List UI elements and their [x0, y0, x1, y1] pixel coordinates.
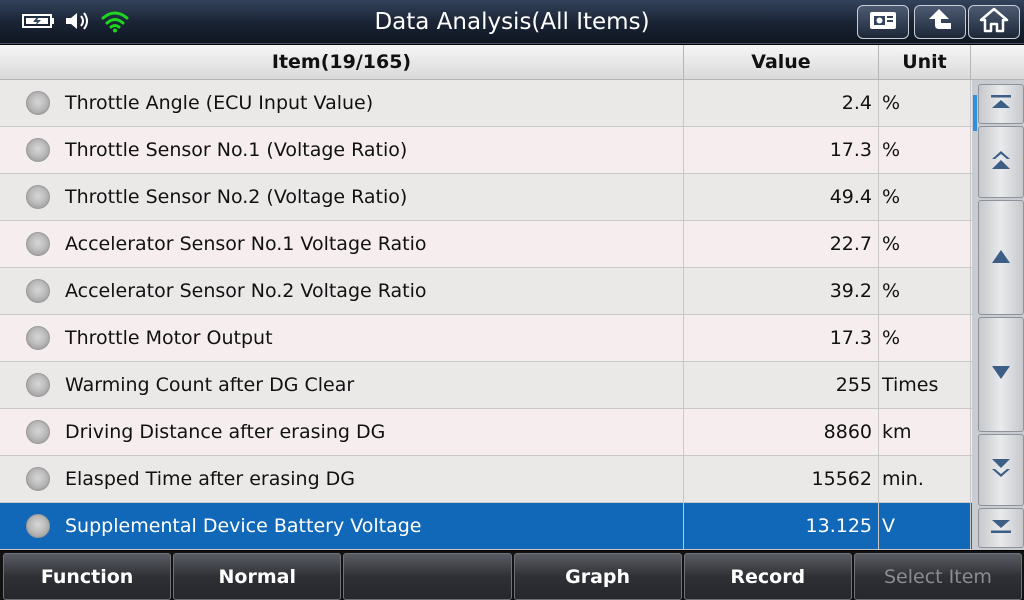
table-row[interactable]: Throttle Sensor No.1 (Voltage Ratio) 17.… — [0, 127, 972, 174]
data-table: Item(19/165) Value Unit Throttle Angle (… — [0, 45, 972, 550]
select-item-button[interactable]: Select Item — [853, 553, 1023, 600]
radio-icon[interactable] — [26, 185, 50, 209]
radio-icon[interactable] — [26, 138, 50, 162]
item-name: Supplemental Device Battery Voltage — [65, 515, 422, 537]
graph-button[interactable]: Graph — [513, 553, 682, 600]
item-unit: % — [879, 174, 971, 220]
item-name: Driving Distance after erasing DG — [65, 421, 386, 443]
home-icon — [979, 7, 1009, 37]
item-unit: min. — [879, 456, 971, 502]
column-header-value: Value — [684, 45, 879, 80]
radio-icon[interactable] — [26, 232, 50, 256]
scroll-bottom-button[interactable] — [978, 508, 1024, 548]
table-row[interactable]: Throttle Angle (ECU Input Value) 2.4 % — [0, 80, 972, 127]
item-name: Throttle Motor Output — [65, 327, 273, 349]
page-up-button[interactable] — [978, 126, 1024, 198]
item-value: 13.125 — [684, 503, 879, 549]
item-value: 17.3 — [684, 127, 879, 173]
table-row[interactable]: Elasped Time after erasing DG 15562 min. — [0, 456, 972, 503]
item-unit: Times — [879, 362, 971, 408]
screenshot-icon — [868, 9, 898, 35]
radio-icon[interactable] — [26, 420, 50, 444]
up-icon — [990, 248, 1012, 268]
table-row[interactable]: Accelerator Sensor No.1 Voltage Ratio 22… — [0, 221, 972, 268]
normal-button[interactable]: Normal — [173, 553, 342, 600]
item-unit: % — [879, 268, 971, 314]
header-filler — [972, 45, 1024, 80]
item-value: 2.4 — [684, 80, 879, 126]
item-value: 22.7 — [684, 221, 879, 267]
item-unit: % — [879, 315, 971, 361]
scroll-top-icon — [989, 94, 1013, 114]
item-name: Throttle Sensor No.2 (Voltage Ratio) — [65, 186, 408, 208]
table-header: Item(19/165) Value Unit — [0, 45, 972, 80]
record-button[interactable]: Record — [683, 553, 852, 600]
table-body: Throttle Angle (ECU Input Value) 2.4 % T… — [0, 80, 972, 550]
scroll-controls — [972, 80, 1024, 550]
table-row[interactable]: Warming Count after DG Clear 255 Times — [0, 362, 972, 409]
table-row[interactable]: Accelerator Sensor No.2 Voltage Ratio 39… — [0, 268, 972, 315]
blank-button[interactable] — [343, 553, 512, 600]
scroll-top-button[interactable] — [978, 84, 1024, 124]
column-header-unit: Unit — [879, 45, 971, 80]
page-down-icon — [989, 456, 1013, 484]
column-header-item: Item(19/165) — [0, 45, 684, 80]
scroll-position-indicator[interactable] — [973, 95, 977, 131]
item-value: 255 — [684, 362, 879, 408]
item-unit: V — [879, 503, 971, 549]
item-unit: % — [879, 221, 971, 267]
item-name: Elasped Time after erasing DG — [65, 468, 356, 490]
item-value: 17.3 — [684, 315, 879, 361]
down-icon — [990, 365, 1012, 385]
back-button[interactable] — [914, 5, 966, 39]
item-name: Accelerator Sensor No.2 Voltage Ratio — [65, 280, 427, 302]
item-value: 15562 — [684, 456, 879, 502]
item-value: 39.2 — [684, 268, 879, 314]
function-button[interactable]: Function — [3, 553, 172, 600]
scroll-down-button[interactable] — [978, 317, 1024, 432]
item-unit: % — [879, 127, 971, 173]
item-name: Warming Count after DG Clear — [65, 374, 355, 396]
radio-icon[interactable] — [26, 467, 50, 491]
back-icon — [925, 7, 955, 37]
scroll-up-button[interactable] — [978, 200, 1024, 315]
table-row[interactable]: Throttle Motor Output 17.3 % — [0, 315, 972, 362]
page-up-icon — [989, 148, 1013, 176]
item-unit: km — [879, 409, 971, 455]
home-button[interactable] — [968, 5, 1020, 39]
item-value: 49.4 — [684, 174, 879, 220]
bottom-toolbar: Function Normal Graph Record Select Item — [0, 551, 1024, 600]
item-name: Throttle Sensor No.1 (Voltage Ratio) — [65, 139, 408, 161]
table-row-selected[interactable]: Supplemental Device Battery Voltage 13.1… — [0, 503, 972, 550]
item-value: 8860 — [684, 409, 879, 455]
item-name: Throttle Angle (ECU Input Value) — [65, 92, 374, 114]
item-name: Accelerator Sensor No.1 Voltage Ratio — [65, 233, 427, 255]
title-bar: Data Analysis(All Items) — [0, 0, 1024, 44]
table-row[interactable]: Throttle Sensor No.2 (Voltage Ratio) 49.… — [0, 174, 972, 221]
screenshot-button[interactable] — [857, 5, 909, 39]
page-down-button[interactable] — [978, 434, 1024, 506]
radio-icon[interactable] — [26, 373, 50, 397]
table-row[interactable]: Driving Distance after erasing DG 8860 k… — [0, 409, 972, 456]
radio-icon[interactable] — [26, 326, 50, 350]
radio-icon[interactable] — [26, 279, 50, 303]
scroll-bottom-icon — [989, 518, 1013, 538]
item-unit: % — [879, 80, 971, 126]
radio-icon[interactable] — [26, 514, 50, 538]
radio-icon[interactable] — [26, 91, 50, 115]
